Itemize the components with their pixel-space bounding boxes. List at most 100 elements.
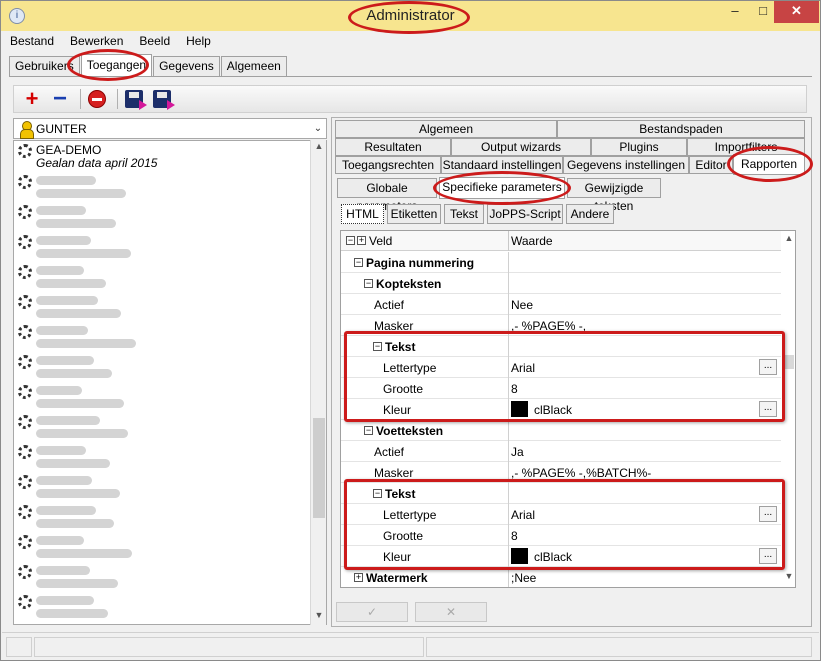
tab-editor[interactable]: Editor: [689, 156, 733, 174]
close-button[interactable]: ✕: [774, 1, 819, 23]
tab-toegangsrechten[interactable]: Toegangsrechten: [335, 156, 441, 174]
grid-row-value[interactable]: Arial: [511, 361, 535, 375]
list-item[interactable]: [16, 533, 311, 563]
expand-icon[interactable]: +: [354, 573, 363, 582]
collapse-icon[interactable]: −: [373, 342, 382, 351]
font-picker-button[interactable]: ...: [759, 506, 777, 522]
database-list[interactable]: GEA-DEMO Gealan data april 2015: [13, 140, 327, 625]
grid-row-actief[interactable]: Actief Ja: [341, 441, 781, 462]
tab-algemeen[interactable]: Algemeen: [220, 56, 287, 76]
list-item[interactable]: [16, 293, 311, 323]
tab-jopps-script[interactable]: JoPPS-Script: [487, 204, 563, 224]
tab-andere[interactable]: Andere: [566, 204, 614, 224]
tab-bestandspaden[interactable]: Bestandspaden: [557, 120, 805, 138]
scroll-down-arrow[interactable]: ▼: [782, 571, 795, 581]
tab-etiketten[interactable]: Etiketten: [387, 204, 441, 224]
title-bar[interactable]: i Administrator – □ ✕: [1, 1, 820, 31]
list-item[interactable]: [16, 503, 311, 533]
grid-row-pagina-nummering[interactable]: − Pagina nummering: [341, 252, 781, 273]
grid-row-tekst[interactable]: − Tekst: [341, 483, 781, 504]
grid-row-voetteksten[interactable]: − Voetteksten: [341, 420, 781, 441]
list-item[interactable]: GEA-DEMO Gealan data april 2015: [16, 142, 311, 172]
tab-gegevens[interactable]: Gegevens: [153, 56, 220, 76]
menu-help[interactable]: Help: [186, 34, 211, 48]
color-picker-button[interactable]: ...: [759, 401, 777, 417]
grid-row-lettertype[interactable]: Lettertype Arial ...: [341, 357, 781, 378]
remove-button[interactable]: −: [48, 87, 72, 111]
minimize-button[interactable]: –: [721, 1, 749, 23]
cancel-button[interactable]: ✕: [415, 602, 487, 622]
tab-gegevens-instellingen[interactable]: Gegevens instellingen: [563, 156, 689, 174]
apply-button[interactable]: ✓: [336, 602, 408, 622]
grid-row-value[interactable]: clBlack: [534, 403, 572, 417]
column-header-veld[interactable]: Veld: [369, 234, 392, 248]
grid-row-value[interactable]: Ja: [511, 445, 524, 459]
grid-row-masker[interactable]: Masker ,- %PAGE% -,%BATCH%-: [341, 462, 781, 483]
add-button[interactable]: +: [20, 88, 44, 110]
menu-bewerken[interactable]: Bewerken: [70, 34, 123, 48]
grid-row-watermerk[interactable]: + Watermerk ;Nee: [341, 567, 781, 587]
list-item[interactable]: [16, 443, 311, 473]
scroll-up-arrow[interactable]: ▲: [782, 233, 795, 243]
list-item[interactable]: [16, 233, 311, 263]
grid-row-value[interactable]: ;Nee: [511, 571, 536, 585]
grid-row-masker[interactable]: Masker ,- %PAGE% -,: [341, 315, 781, 336]
collapse-all-icon[interactable]: −: [346, 236, 355, 245]
column-header-waarde[interactable]: Waarde: [511, 234, 553, 248]
grid-row-grootte[interactable]: Grootte 8: [341, 525, 781, 546]
expand-all-icon[interactable]: +: [357, 236, 366, 245]
export-button[interactable]: [150, 88, 175, 110]
menu-bestand[interactable]: Bestand: [10, 34, 54, 48]
stop-button[interactable]: [85, 88, 109, 110]
tab-tekst[interactable]: Tekst: [444, 204, 484, 224]
column-divider[interactable]: [508, 231, 509, 251]
collapse-icon[interactable]: −: [373, 489, 382, 498]
property-grid[interactable]: − + Veld Waarde − Pagina nummering − Kop…: [340, 230, 796, 588]
grid-row-kleur[interactable]: Kleur clBlack ...: [341, 546, 781, 567]
import-button[interactable]: [122, 88, 147, 110]
grid-row-actief[interactable]: Actief Nee: [341, 294, 781, 315]
tab-specifieke-parameters[interactable]: Specifieke parameters: [439, 177, 565, 199]
tab-plugins[interactable]: Plugins: [591, 138, 687, 156]
scroll-up-arrow[interactable]: ▲: [311, 141, 327, 151]
scroll-down-arrow[interactable]: ▼: [311, 610, 327, 620]
tab-standaard-instellingen[interactable]: Standaard instellingen: [441, 156, 563, 174]
color-picker-button[interactable]: ...: [759, 548, 777, 564]
tab-algemeen-settings[interactable]: Algemeen: [335, 120, 557, 138]
list-item[interactable]: [16, 323, 311, 353]
tab-resultaten[interactable]: Resultaten: [335, 138, 451, 156]
grid-scrollbar[interactable]: ▲ ▼: [782, 231, 795, 587]
tab-output-wizards[interactable]: Output wizards: [451, 138, 591, 156]
tab-gewijzigde-teksten[interactable]: Gewijzigde teksten: [567, 178, 661, 213]
list-item[interactable]: [16, 563, 311, 593]
list-item[interactable]: [16, 203, 311, 233]
list-scrollbar[interactable]: ▲ ▼: [310, 140, 326, 625]
grid-row-kleur[interactable]: Kleur clBlack ...: [341, 399, 781, 420]
tab-globale-parameters[interactable]: Globale parameters: [337, 178, 437, 213]
scrollbar-thumb[interactable]: [313, 418, 325, 518]
tab-html[interactable]: HTML: [341, 204, 384, 224]
list-item[interactable]: [16, 383, 311, 413]
list-item[interactable]: [16, 413, 311, 443]
collapse-icon[interactable]: −: [364, 426, 373, 435]
grid-row-tekst[interactable]: − Tekst: [341, 336, 781, 357]
list-item[interactable]: [16, 173, 311, 203]
grid-row-grootte[interactable]: Grootte 8: [341, 378, 781, 399]
list-item[interactable]: [16, 473, 311, 503]
grid-row-kopteksten[interactable]: − Kopteksten: [341, 273, 781, 294]
chevron-down-icon[interactable]: ⌄: [310, 123, 326, 134]
tab-toegangen[interactable]: Toegangen: [80, 54, 153, 76]
grid-row-value[interactable]: 8: [511, 529, 518, 543]
list-item[interactable]: [16, 353, 311, 383]
tab-rapporten[interactable]: Rapporten: [733, 154, 805, 175]
maximize-button[interactable]: □: [749, 1, 777, 23]
grid-row-lettertype[interactable]: Lettertype Arial ...: [341, 504, 781, 525]
tab-gebruikers[interactable]: Gebruikers: [9, 56, 80, 76]
font-picker-button[interactable]: ...: [759, 359, 777, 375]
list-item[interactable]: [16, 263, 311, 293]
collapse-icon[interactable]: −: [364, 279, 373, 288]
grid-row-value[interactable]: clBlack: [534, 550, 572, 564]
list-item[interactable]: [16, 593, 311, 623]
grid-row-value[interactable]: ,- %PAGE% -,%BATCH%-: [511, 466, 651, 480]
menu-beeld[interactable]: Beeld: [139, 34, 170, 48]
